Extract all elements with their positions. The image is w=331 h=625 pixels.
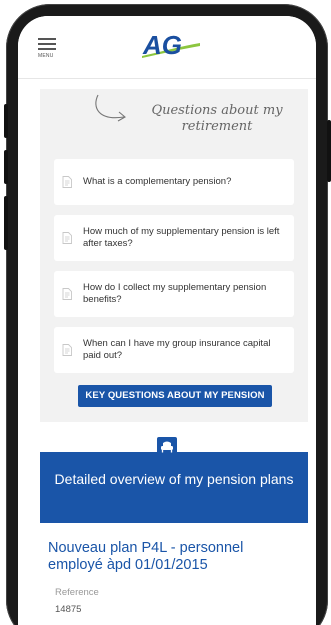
hand-drawn-arrow-icon	[95, 94, 126, 122]
phone-side-button	[327, 120, 331, 182]
question-card[interactable]: When can I have my group insurance capit…	[54, 327, 294, 373]
hamburger-icon-bar	[38, 43, 56, 45]
question-card[interactable]: How do I collect my supplementary pensio…	[54, 271, 294, 317]
questions-title: Questions about my retirement	[151, 103, 283, 134]
hamburger-icon-bar	[38, 48, 56, 50]
reference-label: Reference	[55, 587, 99, 598]
reference-value: 14875	[55, 604, 82, 615]
phone-screen: MENU AG Questions about my retirement Wh…	[18, 16, 316, 625]
detailed-overview-title: Detailed overview of my pension plans	[54, 471, 294, 487]
document-icon	[62, 176, 72, 188]
app-header: MENU AG	[18, 16, 316, 79]
phone-side-button	[4, 104, 8, 138]
question-card[interactable]: How much of my supplementary pension is …	[54, 215, 294, 261]
question-text: When can I have my group insurance capit…	[83, 338, 271, 361]
ag-logo[interactable]: AG	[140, 30, 202, 67]
key-questions-button[interactable]: KEY QUESTIONS ABOUT MY PENSION	[78, 385, 272, 407]
menu-button[interactable]: MENU	[38, 38, 60, 59]
plan-name: Nouveau plan P4L - personnel employé àpd…	[48, 540, 244, 573]
menu-label: MENU	[38, 53, 54, 59]
logo-text: AG	[142, 32, 182, 60]
ag-logo-icon: AG	[142, 30, 200, 60]
questions-block: Questions about my retirement What is a …	[40, 89, 308, 422]
armchair-icon	[157, 437, 177, 457]
question-text: How do I collect my supplementary pensio…	[83, 282, 267, 305]
document-icon	[62, 344, 72, 356]
document-icon	[62, 288, 72, 300]
hamburger-icon	[38, 38, 56, 40]
question-text: What is a complementary pension?	[83, 176, 232, 187]
question-card[interactable]: What is a complementary pension?	[54, 159, 294, 205]
question-text: How much of my supplementary pension is …	[83, 226, 280, 249]
phone-side-button	[4, 150, 8, 184]
document-icon	[62, 232, 72, 244]
phone-side-button	[4, 196, 8, 250]
detailed-overview-panel[interactable]: Detailed overview of my pension plans	[40, 452, 308, 523]
